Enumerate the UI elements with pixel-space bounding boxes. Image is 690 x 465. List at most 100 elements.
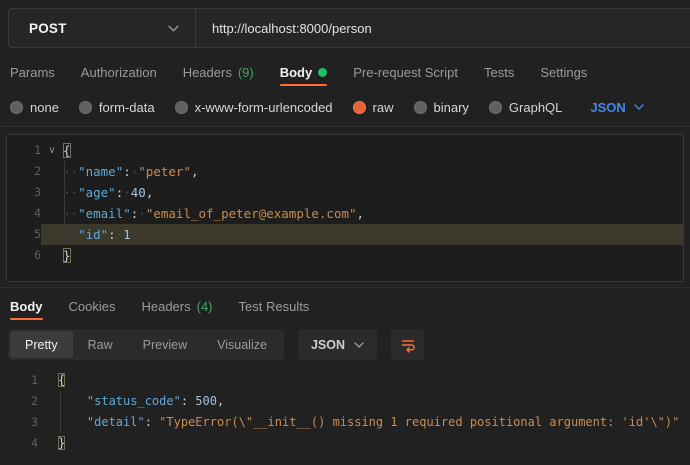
line-number: 1 xyxy=(7,140,41,161)
body-modified-dot-icon xyxy=(318,68,327,77)
chevron-down-icon xyxy=(634,104,644,110)
token-ws xyxy=(58,415,87,429)
headers-count-badge: (9) xyxy=(238,65,254,80)
code-line-1[interactable]: 1∨{ xyxy=(7,140,683,161)
code-line-3[interactable]: 3 "detail": "TypeError(\"__init__() miss… xyxy=(0,412,690,433)
token-punct: : xyxy=(181,394,188,408)
token-punct: , xyxy=(146,185,154,200)
radio-icon xyxy=(489,101,502,114)
token-key: "status_code" xyxy=(87,394,181,408)
view-preview[interactable]: Preview xyxy=(128,331,202,358)
body-type-none[interactable]: none xyxy=(10,100,59,115)
radio-icon xyxy=(10,101,23,114)
tab-tests[interactable]: Tests xyxy=(484,58,514,86)
response-tab-cookies[interactable]: Cookies xyxy=(69,292,116,320)
code-line-2[interactable]: 2··"name":·"peter", xyxy=(7,161,683,182)
fold-chevron-icon[interactable]: ∨ xyxy=(41,140,63,161)
indent-guide xyxy=(60,391,61,433)
body-type-raw[interactable]: raw xyxy=(353,100,394,115)
fold-gutter xyxy=(41,182,63,203)
code-line-5[interactable]: 5··"id":·1 xyxy=(7,224,683,245)
view-visualize[interactable]: Visualize xyxy=(202,331,282,358)
response-body-viewer[interactable]: 1{2 "status_code": 500,3 "detail": "Type… xyxy=(0,370,690,454)
view-raw[interactable]: Raw xyxy=(73,331,128,358)
response-tab-headers[interactable]: Headers (4) xyxy=(141,292,212,320)
view-pretty[interactable]: Pretty xyxy=(10,331,73,358)
request-body-editor[interactable]: 1∨{2··"name":·"peter",3 ··"age":·40,4··"e… xyxy=(6,134,684,282)
fold-gutter xyxy=(38,370,58,391)
token-brace: { xyxy=(63,143,71,158)
code-line-1[interactable]: 1{ xyxy=(0,370,690,391)
tab-label: Body xyxy=(10,299,43,314)
tab-settings[interactable]: Settings xyxy=(540,58,587,86)
response-tab-test-results[interactable]: Test Results xyxy=(239,292,310,320)
code-line-6[interactable]: 6} xyxy=(7,245,683,266)
fold-gutter xyxy=(41,161,63,182)
tab-pre-request-script[interactable]: Pre-request Script xyxy=(353,58,458,86)
code-line-content: { xyxy=(63,140,683,161)
fold-gutter xyxy=(41,245,63,266)
code-line-content: } xyxy=(58,433,690,454)
response-language-dropdown[interactable]: JSON xyxy=(298,329,377,360)
response-tabs: Body Cookies Headers (4) Test Results xyxy=(10,292,690,320)
radio-icon xyxy=(175,101,188,114)
code-line-content: ··"id":·1 xyxy=(63,224,683,245)
code-line-4[interactable]: 4} xyxy=(0,433,690,454)
token-punct: , xyxy=(217,394,224,408)
body-type-x-www-form-urlencoded[interactable]: x-www-form-urlencoded xyxy=(175,100,333,115)
request-tabs: Params Authorization Headers (9) Body Pr… xyxy=(10,58,690,86)
body-type-form-data[interactable]: form-data xyxy=(79,100,155,115)
wrap-lines-icon xyxy=(399,336,417,354)
line-number: 3 xyxy=(7,182,41,203)
token-str: "peter" xyxy=(138,164,191,179)
radio-label: raw xyxy=(373,100,394,115)
token-punct: : xyxy=(145,415,152,429)
token-brace: } xyxy=(63,248,71,263)
token-key: "id" xyxy=(78,227,108,242)
line-number: 2 xyxy=(0,391,38,412)
fold-gutter xyxy=(38,412,58,433)
code-line-4[interactable]: 4··"email":·"email_of_peter@example.com"… xyxy=(7,203,683,224)
tab-label: Params xyxy=(10,65,55,80)
response-tab-body[interactable]: Body xyxy=(10,292,43,320)
radio-icon xyxy=(414,101,427,114)
token-ws: ·· xyxy=(63,185,78,200)
wrap-lines-button[interactable] xyxy=(391,329,424,360)
token-brace: } xyxy=(58,436,65,450)
tab-label: Cookies xyxy=(69,299,116,314)
body-type-graphql[interactable]: GraphQL xyxy=(489,100,562,115)
fold-gutter xyxy=(38,391,58,412)
radio-label: none xyxy=(30,100,59,115)
raw-language-dropdown[interactable]: JSON xyxy=(590,100,643,115)
tab-label: Headers xyxy=(183,65,232,80)
method-dropdown[interactable]: POST xyxy=(9,9,196,47)
chevron-down-icon xyxy=(168,25,179,32)
code-line-content: ··"email":·"email_of_peter@example.com", xyxy=(63,203,683,224)
url-input[interactable]: http://localhost:8000/person xyxy=(196,9,690,47)
body-type-binary[interactable]: binary xyxy=(414,100,469,115)
tab-params[interactable]: Params xyxy=(10,58,55,86)
url-text: http://localhost:8000/person xyxy=(212,21,372,36)
code-line-content: "detail": "TypeError(\"__init__() missin… xyxy=(58,412,690,433)
code-line-3[interactable]: 3 ··"age":·40, xyxy=(7,182,683,203)
response-headers-count-badge: (4) xyxy=(197,299,213,314)
radio-label: binary xyxy=(434,100,469,115)
method-label: POST xyxy=(29,21,67,36)
token-ws xyxy=(58,394,87,408)
code-line-content: ··"age":·40, xyxy=(63,182,683,203)
tab-label: Headers xyxy=(141,299,190,314)
code-line-content: } xyxy=(63,245,683,266)
tab-label: Body xyxy=(280,65,313,80)
tab-headers[interactable]: Headers (9) xyxy=(183,58,254,86)
token-key: "email" xyxy=(78,206,131,221)
indent-guide xyxy=(64,161,65,245)
line-number: 3 xyxy=(0,412,38,433)
tab-body[interactable]: Body xyxy=(280,58,328,86)
token-punct: : xyxy=(123,164,131,179)
code-line-2[interactable]: 2 "status_code": 500, xyxy=(0,391,690,412)
tab-authorization[interactable]: Authorization xyxy=(81,58,157,86)
line-number: 4 xyxy=(0,433,38,454)
fold-gutter xyxy=(41,224,63,245)
token-punct: : xyxy=(108,227,116,242)
token-ws: · xyxy=(123,185,131,200)
